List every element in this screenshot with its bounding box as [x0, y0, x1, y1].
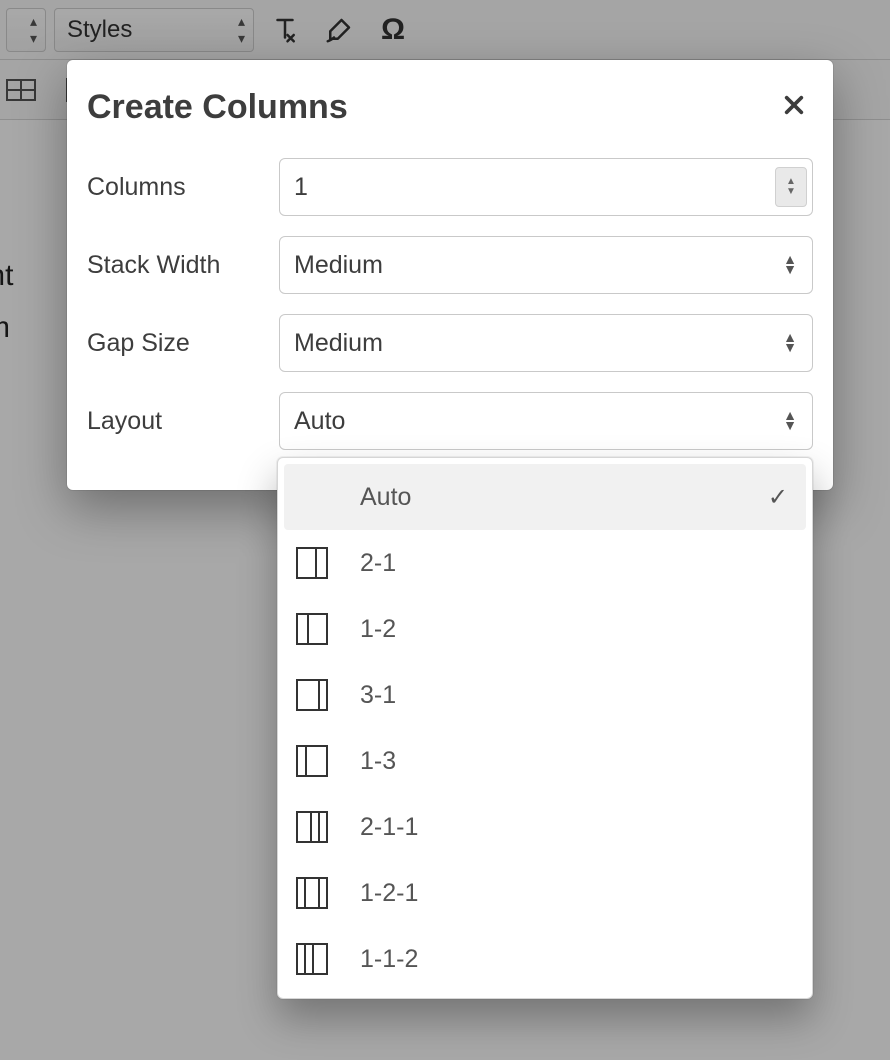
layout-option-icon	[294, 679, 330, 711]
columns-input[interactable]: 1	[279, 158, 813, 216]
check-icon: ✓	[768, 483, 788, 512]
special-character-button[interactable]: Ω	[370, 8, 416, 52]
gap-size-label: Gap Size	[87, 329, 279, 358]
layout-option[interactable]: Auto ✓	[284, 464, 806, 530]
styles-select[interactable]: Styles ▴▾	[54, 8, 254, 52]
close-icon	[783, 94, 805, 116]
chevron-updown-icon: ▲▼	[783, 255, 797, 275]
column-ratio-icon	[296, 679, 328, 711]
column-ratio-icon	[296, 547, 328, 579]
styles-select-label: Styles	[67, 16, 132, 44]
layout-option-label: 1-3	[360, 747, 788, 776]
chevron-updown-icon: ▲▼	[783, 411, 797, 431]
editor-toolbar: ▴▾ Styles ▴▾ Ω	[0, 0, 890, 60]
stack-width-value: Medium	[294, 251, 383, 280]
layout-option-icon	[294, 613, 330, 645]
chevron-updown-icon: ▲▼	[783, 333, 797, 353]
layout-option-label: 3-1	[360, 681, 788, 710]
layout-label: Layout	[87, 407, 279, 436]
columns-stepper[interactable]: ▲ ▼	[775, 167, 807, 207]
stack-width-select[interactable]: Medium	[279, 236, 813, 294]
column-ratio-icon	[296, 613, 328, 645]
gap-size-select[interactable]: Medium	[279, 314, 813, 372]
layout-dropdown: Auto ✓ 2-1 1-2 3-1 1-3 2-1-1 1-2-1 1-1-2	[277, 457, 813, 999]
layout-option-icon	[294, 877, 330, 909]
layout-option-label: 1-2-1	[360, 879, 788, 908]
layout-value: Auto	[294, 407, 345, 436]
layout-option-icon	[294, 547, 330, 579]
dialog-title: Create Columns	[87, 88, 348, 127]
layout-option[interactable]: 1-1-2	[284, 926, 806, 992]
column-ratio-icon	[296, 943, 328, 975]
toolbar-select-left[interactable]: ▴▾	[6, 8, 46, 52]
create-columns-dialog: Create Columns Columns 1 ▲ ▼ Stack Width…	[67, 60, 833, 490]
layout-option[interactable]: 1-2-1	[284, 860, 806, 926]
column-ratio-icon	[296, 877, 328, 909]
columns-input-value: 1	[294, 173, 308, 202]
layout-option[interactable]: 2-1-1	[284, 794, 806, 860]
layout-option[interactable]: 1-2	[284, 596, 806, 662]
layout-option[interactable]: 2-1	[284, 530, 806, 596]
gap-size-value: Medium	[294, 329, 383, 358]
table-icon[interactable]	[6, 79, 36, 101]
stack-width-label: Stack Width	[87, 251, 279, 280]
layout-option-label: 1-2	[360, 615, 788, 644]
layout-option-icon	[294, 745, 330, 777]
chevron-updown-icon: ▴▾	[30, 13, 37, 47]
column-ratio-icon	[296, 745, 328, 777]
chevron-updown-icon: ▴▾	[238, 13, 245, 47]
column-ratio-icon	[296, 811, 328, 843]
layout-option-icon	[294, 811, 330, 843]
layout-option-label: 2-1-1	[360, 813, 788, 842]
layout-select[interactable]: Auto	[279, 392, 813, 450]
layout-option-label: 1-1-2	[360, 945, 788, 974]
layout-option-label: 2-1	[360, 549, 788, 578]
columns-label: Columns	[87, 173, 279, 202]
layout-option-label: Auto	[360, 483, 738, 512]
chevron-down-icon: ▼	[786, 187, 796, 197]
close-button[interactable]	[775, 86, 813, 128]
clear-formatting-button[interactable]	[262, 8, 308, 52]
layout-option-icon	[294, 943, 330, 975]
layout-option[interactable]: 3-1	[284, 662, 806, 728]
layout-option[interactable]: 1-3	[284, 728, 806, 794]
format-painter-button[interactable]	[316, 8, 362, 52]
